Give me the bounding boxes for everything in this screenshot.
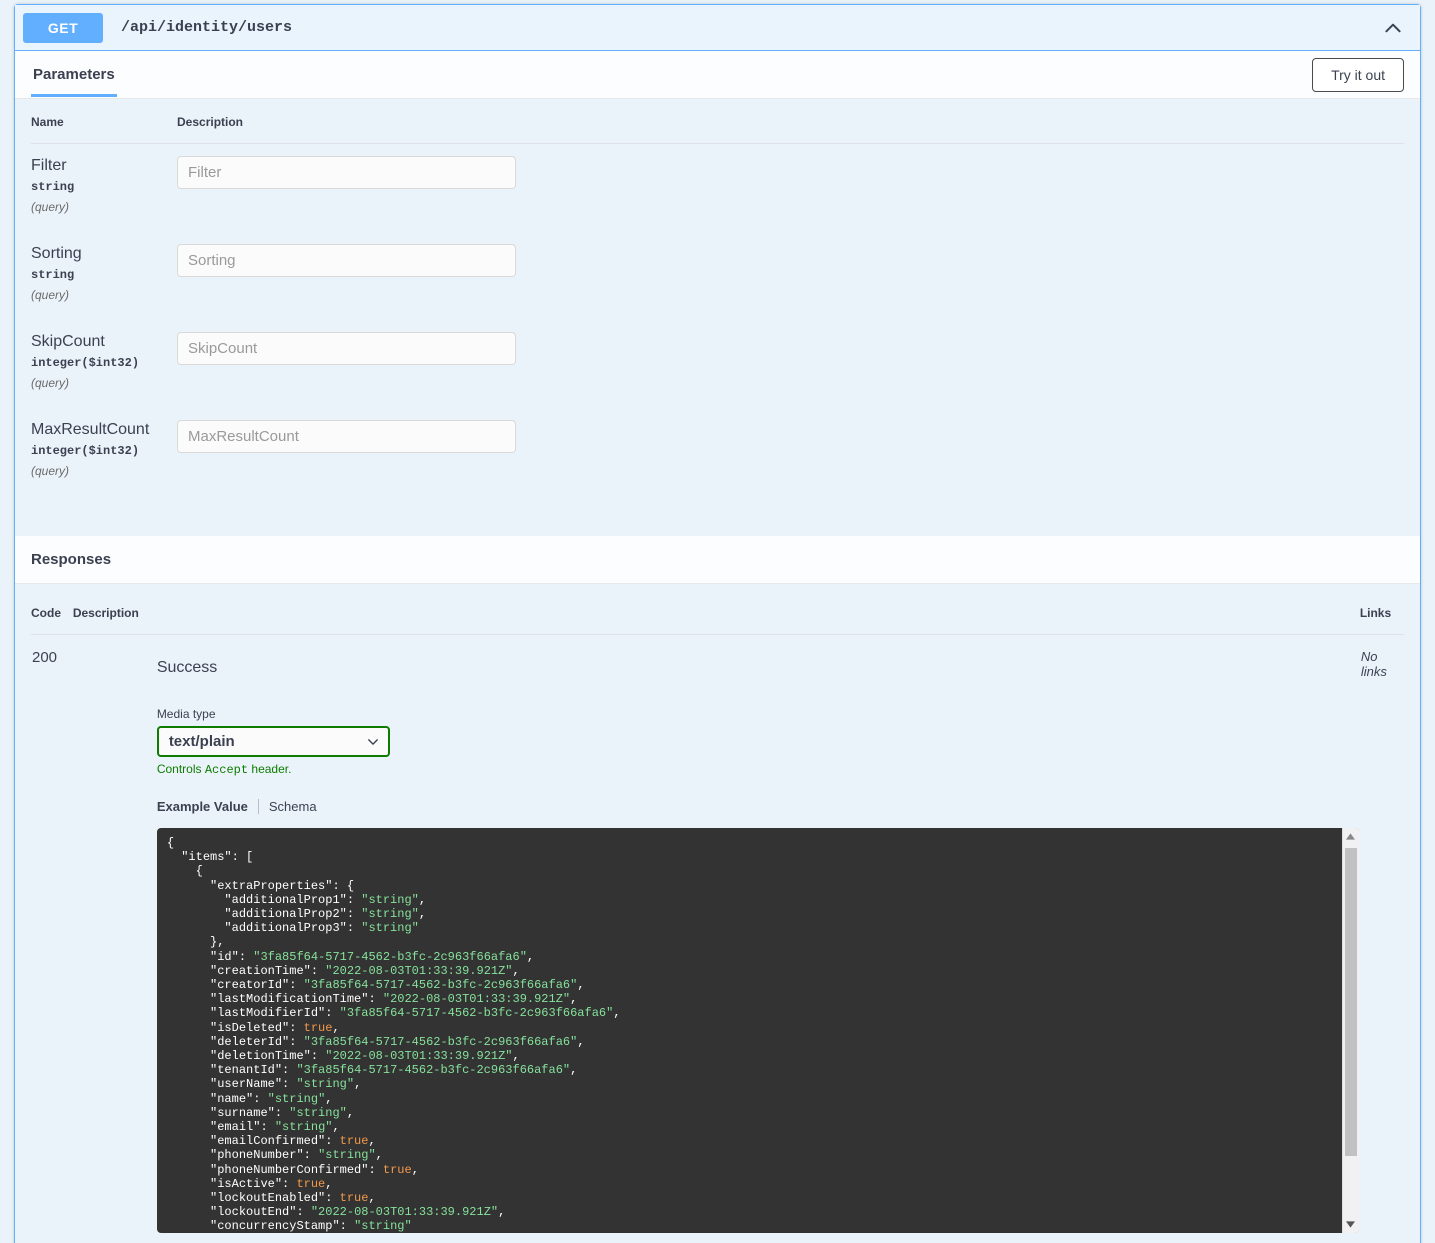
example-schema-tabs: Example Value Schema (157, 799, 1359, 814)
endpoint-path: /api/identity/users (121, 19, 293, 36)
parameter-name-cell: Filter string (query) (31, 144, 177, 233)
parameter-type: string (31, 268, 75, 282)
filter-input[interactable] (177, 156, 516, 189)
table-row: Sorting string (query) (31, 232, 1404, 320)
response-description: Success (156, 659, 218, 676)
http-method-badge: GET (23, 12, 103, 43)
chevron-up-icon (1385, 23, 1401, 32)
example-json: { "items": [ { "extraProperties": { "add… (166, 836, 621, 1233)
table-row: SkipCount integer($int32) (query) (31, 320, 1404, 408)
parameter-name-cell: SkipCount integer($int32) (query) (31, 320, 177, 408)
parameter-name-cell: MaxResultCount integer($int32) (query) (31, 408, 177, 496)
table-row: Filter string (query) (31, 144, 1404, 233)
scrollbar-thumb[interactable] (1344, 848, 1357, 1156)
parameter-input-cell (177, 232, 1404, 320)
response-description-cell: Bad Request (73, 1234, 1360, 1243)
parameters-section: Name Description Filter string (query) F… (15, 99, 1420, 536)
column-header-code: Code (31, 598, 73, 635)
sorting-input[interactable] (177, 244, 516, 277)
parameter-location: (query) (31, 376, 70, 390)
column-header-description: Description (72, 598, 1360, 635)
opblock-body: Parameters Try it out Name Description F… (15, 51, 1420, 1243)
media-type-block: Media type text/plain Controls Accept he… (74, 707, 1359, 1233)
column-header-name: Name (31, 115, 177, 144)
collapse-operation-button[interactable] (1376, 11, 1410, 45)
parameter-type: integer($int32) (31, 444, 140, 458)
tab-divider (257, 799, 259, 814)
skipcount-input[interactable] (177, 332, 516, 365)
parameter-name-cell: Sorting string (query) (31, 232, 177, 320)
responses-title: Responses (31, 551, 112, 568)
parameter-name: SkipCount (31, 333, 105, 350)
accept-note-suffix: header. (248, 762, 292, 776)
code-scrollbar[interactable] (1341, 828, 1359, 1233)
table-row: 200 Success Media type text/plain Contro… (31, 635, 1404, 1235)
tab-parameters[interactable]: Parameters (31, 53, 117, 97)
code-scroll-area: { "items": [ { "extraProperties": { "add… (157, 828, 1342, 1233)
parameter-name: Sorting (31, 245, 82, 262)
media-type-label: Media type (156, 707, 216, 721)
example-value-code-block: { "items": [ { "extraProperties": { "add… (156, 828, 1359, 1233)
swagger-operation-page: GET /api/identity/users Parameters Try i… (0, 0, 1435, 1243)
scrollbar-up-button[interactable] (1342, 828, 1359, 845)
parameter-type: integer($int32) (31, 356, 140, 370)
parameters-table-header: Name Description (31, 115, 1404, 144)
response-description-cell: Success Media type text/plain Controls A… (73, 635, 1360, 1235)
accept-note-prefix: Controls (156, 762, 205, 776)
response-code-400: 400 (31, 1234, 73, 1243)
media-type-select[interactable]: text/plain (156, 726, 390, 757)
parameters-table-body: Filter string (query) Sorting str (31, 144, 1404, 497)
parameter-input-cell (177, 408, 1404, 496)
parameter-name: MaxResultCount (31, 421, 150, 438)
scrollbar-down-button[interactable] (1342, 1216, 1359, 1233)
accept-note-code: Accept (204, 763, 249, 777)
response-links-200: No links (1360, 649, 1387, 679)
parameter-location: (query) (31, 464, 70, 478)
parameter-input-cell (177, 320, 1404, 408)
parameters-tab-strip: Parameters Try it out (15, 51, 1420, 99)
responses-table-body: 200 Success Media type text/plain Contro… (31, 635, 1404, 1243)
accept-header-note: Controls Accept header. (157, 762, 1359, 777)
response-code-200: 200 (32, 649, 58, 666)
responses-table-header: Code Description Links (31, 598, 1404, 635)
media-type-select-wrapper: text/plain (156, 726, 390, 757)
parameter-input-cell (177, 144, 1404, 233)
responses-section: Code Description Links 200 Success Media… (15, 584, 1420, 1243)
opblock-get-users: GET /api/identity/users Parameters Try i… (14, 4, 1421, 1243)
table-row: MaxResultCount integer($int32) (query) (31, 408, 1404, 496)
parameters-table: Name Description Filter string (query) F… (31, 115, 1404, 496)
parameter-location: (query) (31, 200, 70, 214)
responses-table: Code Description Links 200 Success Media… (31, 598, 1404, 1243)
opblock-summary[interactable]: GET /api/identity/users (15, 5, 1420, 51)
maxresultcount-input[interactable] (177, 420, 516, 453)
parameter-type: string (31, 180, 75, 194)
parameter-location: (query) (31, 288, 70, 302)
triangle-up-icon (1346, 833, 1356, 840)
parameter-name: Filter (31, 157, 67, 174)
table-row: 400 Bad Request No links (31, 1234, 1404, 1243)
triangle-down-icon (1346, 1221, 1356, 1228)
response-links-400: No links (1360, 1234, 1404, 1243)
column-header-description: Description (177, 115, 1404, 144)
try-it-out-button[interactable]: Try it out (1312, 57, 1404, 92)
tab-schema[interactable]: Schema (269, 799, 317, 814)
responses-header-band: Responses (15, 536, 1420, 584)
tab-example-value[interactable]: Example Value (157, 799, 248, 814)
column-header-links: Links (1359, 598, 1404, 635)
